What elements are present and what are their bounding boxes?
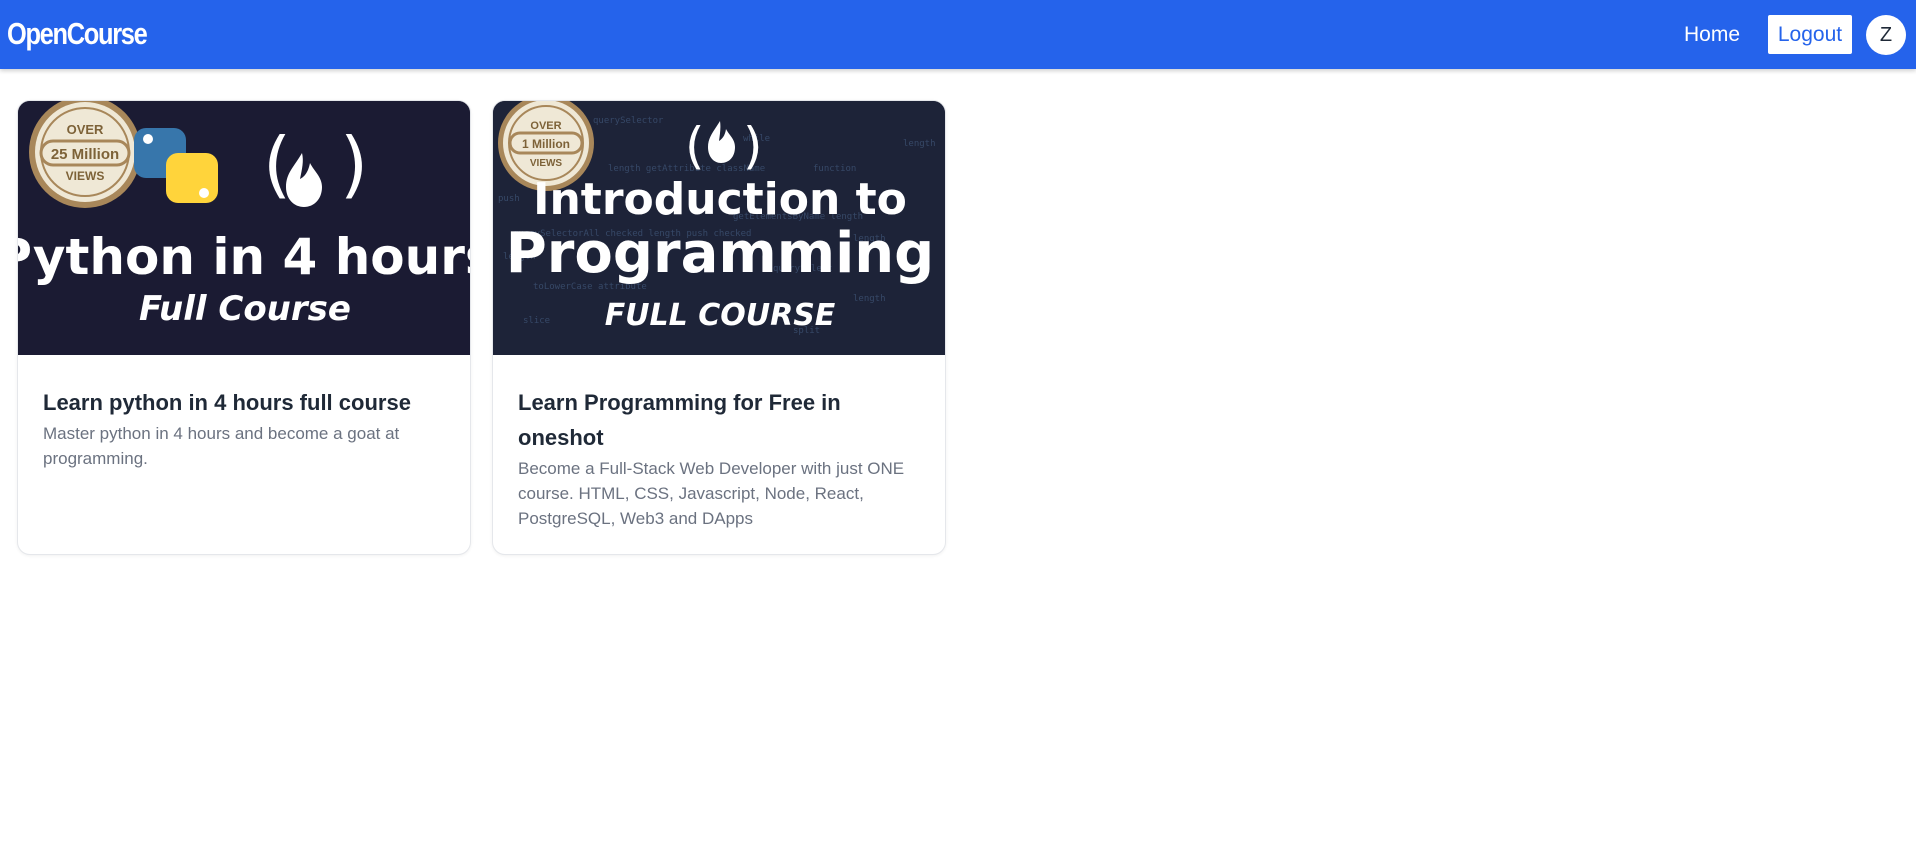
svg-text:): ): [743, 117, 763, 175]
svg-text:VIEWS: VIEWS: [66, 169, 105, 183]
svg-text:Introduction to: Introduction to: [533, 174, 907, 225]
svg-text:function: function: [813, 164, 856, 174]
svg-text:(: (: [685, 117, 705, 175]
svg-text:25 Million: 25 Million: [51, 146, 119, 163]
course-thumbnail[interactable]: querySelector while length length getAtt…: [493, 101, 945, 355]
course-card[interactable]: OVER 25 Million VIEWS ( ) Python in 4 ho…: [17, 100, 471, 555]
svg-text:OVER: OVER: [530, 120, 561, 132]
course-thumbnail[interactable]: OVER 25 Million VIEWS ( ) Python in 4 ho…: [18, 101, 470, 355]
brand-logo[interactable]: OpenCourse: [7, 15, 148, 53]
user-avatar[interactable]: Z: [1866, 15, 1906, 55]
svg-text:slice: slice: [523, 316, 550, 326]
svg-text:VIEWS: VIEWS: [530, 158, 563, 169]
course-title[interactable]: Learn python in 4 hours full course: [43, 385, 445, 420]
svg-text:Full Course: Full Course: [139, 289, 351, 329]
top-navbar: OpenCourse Home Logout Z: [0, 0, 1916, 69]
views-badge-icon: OVER 25 Million VIEWS: [29, 101, 141, 208]
course-description: Become a Full-Stack Web Developer with j…: [518, 459, 905, 528]
svg-text:): ): [340, 122, 368, 206]
svg-text:1 Million: 1 Million: [522, 137, 570, 151]
svg-text:querySelector: querySelector: [593, 116, 664, 126]
svg-text:Programming: Programming: [506, 221, 934, 286]
course-title[interactable]: Learn Programming for Free in oneshot: [518, 385, 920, 455]
svg-text:OVER: OVER: [67, 122, 104, 137]
svg-text:push: push: [498, 194, 520, 204]
svg-text:FULL COURSE: FULL COURSE: [605, 298, 836, 333]
course-card[interactable]: querySelector while length length getAtt…: [492, 100, 946, 555]
nav-home-link[interactable]: Home: [1668, 20, 1756, 50]
course-description: Master python in 4 hours and become a go…: [43, 424, 400, 468]
svg-text:length: length: [853, 294, 886, 304]
svg-text:Python in 4 hours: Python in 4 hours: [18, 228, 470, 286]
svg-text:length: length: [903, 139, 936, 149]
logout-button[interactable]: Logout: [1768, 15, 1852, 54]
